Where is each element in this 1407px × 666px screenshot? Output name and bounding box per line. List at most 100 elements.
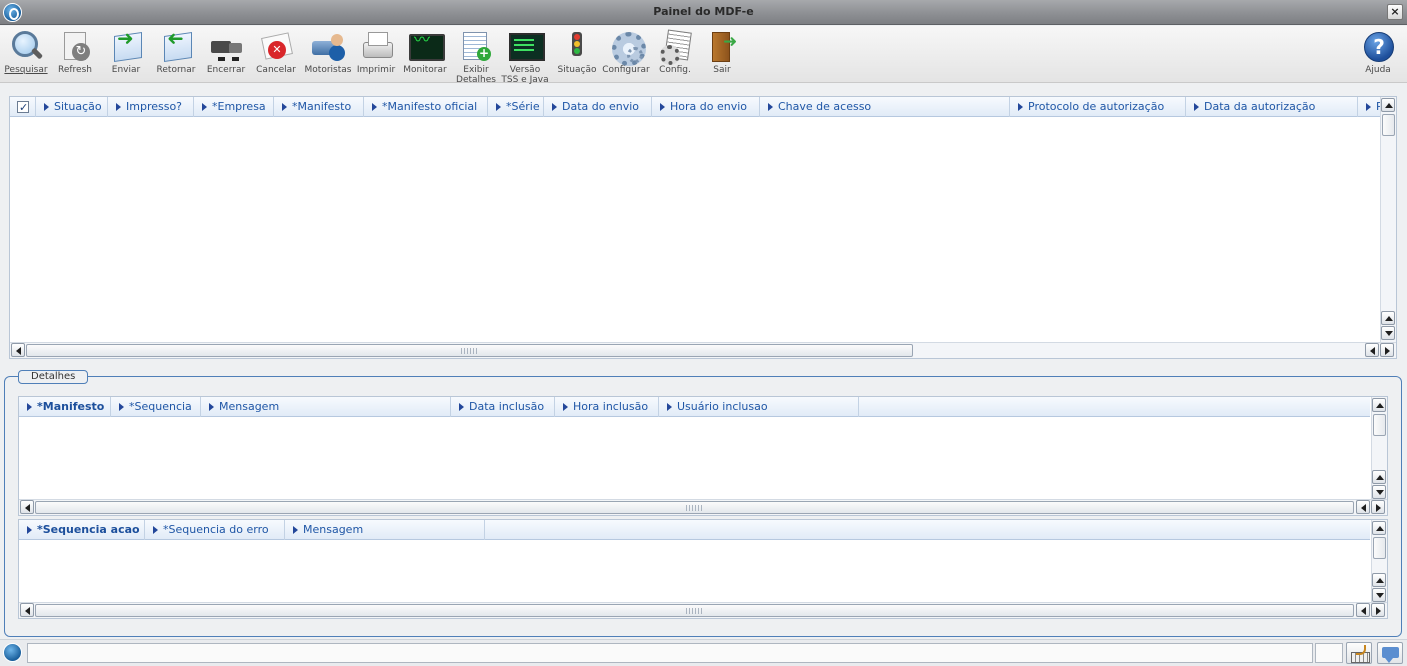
cancel-icon	[259, 29, 293, 63]
close-manifest-label: Encerrar	[206, 65, 246, 75]
scroll-down-button[interactable]	[1372, 485, 1386, 499]
printer-icon	[359, 29, 393, 63]
version-button[interactable]: Versão TSS e Java	[501, 29, 549, 85]
scroll-left-button[interactable]	[20, 603, 34, 617]
h-scroll-thumb[interactable]	[26, 344, 913, 357]
col-protocolo[interactable]: Protocolo de autorização	[1010, 97, 1186, 117]
scroll-thumb[interactable]	[1382, 114, 1395, 136]
col-usuario-inclusao[interactable]: Usuário inclusao	[659, 397, 859, 417]
scroll-left-button[interactable]	[1356, 603, 1370, 617]
gear-icon	[609, 29, 646, 66]
scroll-right-button[interactable]	[1380, 343, 1394, 357]
help-button[interactable]: Ajuda	[1361, 29, 1395, 75]
details-grid-hscroll[interactable]	[19, 499, 1387, 515]
col-serie[interactable]: *Série	[488, 97, 544, 117]
status-message	[27, 643, 1313, 663]
col-data-inclusao[interactable]: Data inclusão	[451, 397, 555, 417]
manifest-grid[interactable]: Situação Impresso? *Empresa *Manifesto *…	[9, 96, 1397, 359]
errors-grid[interactable]: *Sequencia acao *Sequencia do erro Mensa…	[18, 519, 1388, 619]
print-button[interactable]: Imprimir	[354, 29, 398, 75]
scroll-left-button[interactable]	[1356, 500, 1370, 514]
search-button[interactable]: Pesquisar	[4, 29, 48, 75]
col-sequencia[interactable]: *Sequencia	[111, 397, 201, 417]
scroll-thumb[interactable]	[1373, 537, 1386, 559]
scroll-up-button[interactable]	[1372, 573, 1386, 587]
details-grid-vscroll[interactable]	[1371, 397, 1387, 501]
scroll-right-button[interactable]	[1371, 500, 1385, 514]
close-button[interactable]: ×	[1387, 4, 1403, 20]
col-impresso[interactable]: Impresso?	[108, 97, 194, 117]
status-bar	[0, 639, 1407, 666]
status-button[interactable]: Situação	[556, 29, 598, 75]
scroll-up-button[interactable]	[1372, 398, 1386, 412]
col-hora-inclusao[interactable]: Hora inclusão	[555, 397, 659, 417]
send-button[interactable]: Enviar	[106, 29, 146, 75]
details-grid-header: *Manifesto *Sequencia Mensagem Data incl…	[19, 397, 1370, 417]
scroll-right-button[interactable]	[1371, 603, 1385, 617]
details-grid[interactable]: *Manifesto *Sequencia Mensagem Data incl…	[18, 396, 1388, 516]
version-icon	[508, 29, 545, 63]
scroll-down-button[interactable]	[1372, 588, 1386, 602]
drivers-label: Motoristas	[304, 65, 352, 75]
return-label: Retornar	[156, 65, 196, 75]
chat-icon[interactable]	[1377, 642, 1403, 664]
h-scroll-thumb[interactable]	[35, 604, 1354, 617]
configure-button[interactable]: Configurar	[601, 29, 651, 75]
select-all-checkbox[interactable]	[10, 97, 36, 117]
col-mensagem-erro[interactable]: Mensagem	[285, 520, 485, 540]
col-chave-acesso[interactable]: Chave de acesso	[760, 97, 1010, 117]
col-data-autorizacao[interactable]: Data da autorização	[1186, 97, 1358, 117]
config-button[interactable]: Config.	[655, 29, 695, 75]
manifest-grid-vscroll[interactable]	[1380, 97, 1396, 343]
show-details-button[interactable]: Exibir Detalhes	[454, 29, 498, 85]
window-title: Painel do MDF-e	[653, 5, 754, 18]
show-details-label: Exibir Detalhes	[456, 65, 496, 85]
exit-label: Sair	[713, 65, 731, 75]
details-group: Detalhes *Manifesto *Sequencia Mensagem …	[4, 370, 1402, 637]
col-manifesto[interactable]: *Manifesto	[19, 397, 111, 417]
scroll-down-button[interactable]	[1381, 326, 1395, 340]
col-hora-envio[interactable]: Hora do envio	[652, 97, 760, 117]
exit-button[interactable]: Sair	[704, 29, 740, 75]
scroll-left-button[interactable]	[11, 343, 25, 357]
refresh-button[interactable]: Refresh	[55, 29, 95, 75]
errors-grid-header: *Sequencia acao *Sequencia do erro Mensa…	[19, 520, 1370, 540]
col-data-envio[interactable]: Data do envio	[544, 97, 652, 117]
scroll-left-button[interactable]	[20, 500, 34, 514]
manifest-grid-header: Situação Impresso? *Empresa *Manifesto *…	[10, 97, 1380, 117]
close-manifest-button[interactable]: Encerrar	[204, 29, 248, 75]
errors-grid-vscroll[interactable]	[1371, 520, 1387, 604]
drivers-button[interactable]: Motoristas	[303, 29, 353, 75]
monitor-button[interactable]: Monitorar	[402, 29, 448, 75]
manifest-grid-hscroll[interactable]	[10, 342, 1396, 358]
return-icon	[159, 29, 193, 63]
cancel-button[interactable]: Cancelar	[254, 29, 298, 75]
h-scroll-thumb[interactable]	[35, 501, 1354, 514]
scroll-thumb[interactable]	[1373, 414, 1386, 436]
send-icon	[109, 29, 143, 63]
col-sequencia-acao[interactable]: *Sequencia acao	[19, 520, 145, 540]
config-icon	[658, 29, 692, 65]
col-mensagem[interactable]: Mensagem	[201, 397, 451, 417]
col-manifesto[interactable]: *Manifesto	[274, 97, 364, 117]
version-label: Versão TSS e Java	[501, 65, 549, 85]
col-sequencia-erro[interactable]: *Sequencia do erro	[145, 520, 285, 540]
configure-label: Configurar	[602, 65, 650, 75]
return-button[interactable]: Retornar	[154, 29, 198, 75]
col-manifesto-oficial[interactable]: *Manifesto oficial	[364, 97, 488, 117]
scroll-up-button[interactable]	[1372, 470, 1386, 484]
scroll-left-button[interactable]	[1365, 343, 1379, 357]
details-legend: Detalhes	[18, 370, 89, 384]
col-p[interactable]: P	[1358, 97, 1380, 117]
scroll-up-button[interactable]	[1381, 311, 1395, 325]
search-label: Pesquisar	[4, 65, 48, 75]
help-label: Ajuda	[1365, 65, 1391, 75]
scroll-up-button[interactable]	[1372, 521, 1386, 535]
scroll-up-button[interactable]	[1381, 98, 1395, 112]
col-empresa[interactable]: *Empresa	[194, 97, 274, 117]
col-situacao[interactable]: Situação	[36, 97, 108, 117]
errors-grid-hscroll[interactable]	[19, 602, 1387, 618]
monitor-icon	[408, 29, 445, 63]
keyboard-icon[interactable]	[1346, 642, 1372, 664]
help-icon	[1361, 29, 1395, 63]
